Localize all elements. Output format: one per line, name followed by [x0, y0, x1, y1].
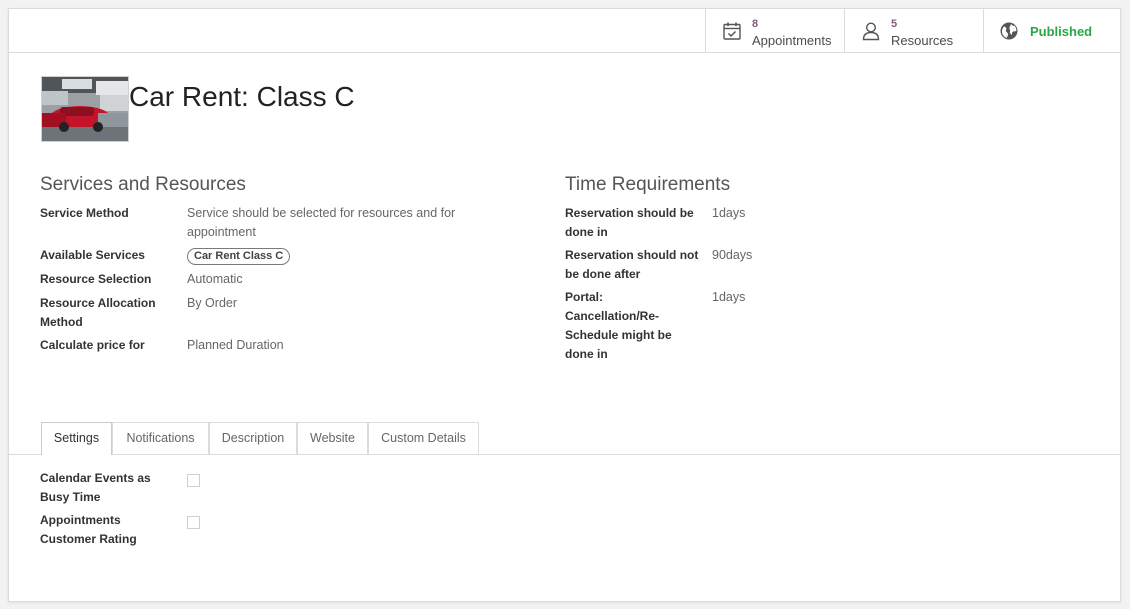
- notebook-tabs: Settings Notifications Description Websi…: [9, 422, 1120, 455]
- resources-button[interactable]: 5 Resources: [844, 9, 983, 52]
- available-services-label: Available Services: [40, 248, 145, 262]
- record-title[interactable]: Car Rent: Class C: [129, 81, 355, 113]
- published-label: Published: [1030, 24, 1093, 39]
- tab-notifications[interactable]: Notifications: [112, 422, 209, 454]
- resource-allocation-label: Resource Allocation Method: [40, 296, 156, 329]
- portal-cancellation-value[interactable]: 1days: [712, 288, 745, 307]
- available-services-value[interactable]: Car Rent Class C: [187, 246, 291, 265]
- appointments-label: Appointments: [752, 33, 832, 48]
- portal-cancellation-label: Portal: Cancellation/Re-Schedule might b…: [565, 290, 672, 361]
- resource-selection-label: Resource Selection: [40, 272, 152, 286]
- service-tag[interactable]: Car Rent Class C: [187, 248, 291, 265]
- user-icon: [861, 21, 881, 41]
- reservation-done-in-value[interactable]: 1days: [712, 204, 745, 223]
- calculate-price-label: Calculate price for: [40, 338, 145, 352]
- customer-rating-checkbox[interactable]: [187, 516, 200, 529]
- resource-selection-value[interactable]: Automatic: [187, 270, 243, 289]
- service-method-value[interactable]: Service should be selected for resources…: [187, 204, 497, 242]
- calendar-busy-label: Calendar Events as Busy Time: [40, 471, 151, 504]
- calculate-price-value[interactable]: Planned Duration: [187, 336, 284, 355]
- reservation-done-in-label: Reservation should be done in: [565, 206, 694, 239]
- published-button[interactable]: Published: [983, 9, 1122, 52]
- tab-website[interactable]: Website: [297, 422, 368, 454]
- service-method-label: Service Method: [40, 206, 129, 220]
- reservation-not-after-value[interactable]: 90days: [712, 246, 752, 265]
- record-image[interactable]: [41, 76, 129, 142]
- services-section-title: Services and Resources: [40, 174, 246, 195]
- time-section-title: Time Requirements: [565, 174, 731, 195]
- resource-allocation-value[interactable]: By Order: [187, 294, 237, 313]
- reservation-not-after-label: Reservation should not be done after: [565, 248, 699, 281]
- tab-description[interactable]: Description: [209, 422, 297, 454]
- appointments-button[interactable]: 8 Appointments: [705, 9, 844, 52]
- customer-rating-label: Appointments Customer Rating: [40, 513, 137, 546]
- calendar-busy-checkbox[interactable]: [187, 474, 200, 487]
- tab-custom-details[interactable]: Custom Details: [368, 422, 479, 454]
- resources-label: Resources: [891, 33, 954, 48]
- calendar-check-icon: [722, 21, 742, 41]
- tab-settings[interactable]: Settings: [41, 422, 112, 455]
- resources-count: 5: [891, 18, 898, 30]
- form-sheet: 8 Appointments 5 Resources Published Car…: [8, 8, 1121, 602]
- smart-button-box: 8 Appointments 5 Resources Published: [9, 9, 1120, 53]
- appointments-count: 8: [752, 18, 759, 30]
- globe-icon: [1000, 22, 1020, 42]
